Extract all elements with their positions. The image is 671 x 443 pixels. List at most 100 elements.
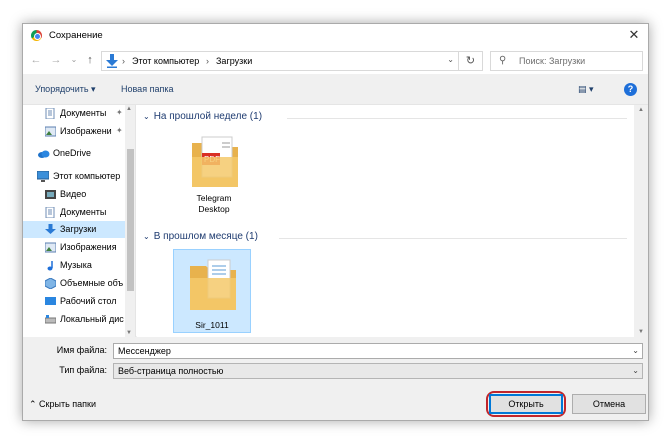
- recent-locations-dropdown[interactable]: ⌄: [67, 53, 81, 67]
- sidebar-item-local-disk[interactable]: Локальный дис: [23, 311, 125, 328]
- browser-content: Документы ✦ Изображени ✦ OneDrive Этот к…: [23, 104, 648, 337]
- organize-button[interactable]: Упорядочить ▾: [35, 84, 96, 95]
- filename-input[interactable]: Мессенджер ⌄: [113, 343, 643, 359]
- group-divider: [279, 238, 627, 239]
- breadcrumb-separator: ›: [206, 56, 209, 66]
- file-item-telegram-desktop[interactable]: PDF Telegram Desktop: [175, 129, 253, 214]
- title-bar: Сохранение ✕: [23, 24, 648, 48]
- filetype-value: Веб-страница полностью: [118, 366, 224, 376]
- help-icon[interactable]: ?: [624, 83, 637, 96]
- navigation-bar: ← → ⌄ ↑ › Этот компьютер › Загрузки ⌄ ↻ …: [23, 48, 648, 74]
- screenshot-frame: Сохранение ✕ ← → ⌄ ↑ › Этот компьютер › …: [0, 0, 671, 443]
- downloads-icon: [45, 224, 56, 234]
- forward-button[interactable]: →: [49, 53, 63, 67]
- sidebar-item-music[interactable]: Музыка: [23, 257, 125, 274]
- file-list: ⌄На прошлой неделе (1) PDF Telegram Desk…: [137, 105, 634, 337]
- file-name-line1: Telegram: [196, 193, 232, 203]
- sidebar-item-quick-pictures[interactable]: Изображени ✦: [23, 123, 125, 140]
- music-icon: [47, 261, 53, 271]
- filename-value: Мессенджер: [118, 346, 171, 356]
- sidebar-item-label: Изображени: [60, 126, 112, 136]
- sidebar-item-desktop[interactable]: Рабочий стол: [23, 293, 125, 310]
- chevron-down-icon: ⌄: [143, 232, 150, 241]
- save-dialog: Сохранение ✕ ← → ⌄ ↑ › Этот компьютер › …: [22, 23, 649, 421]
- sidebar-item-video[interactable]: Видео: [23, 186, 125, 203]
- cancel-button[interactable]: Отмена: [572, 394, 646, 414]
- refresh-button[interactable]: ↻: [459, 51, 483, 71]
- window-title: Сохранение: [49, 30, 103, 41]
- open-button[interactable]: Открыть: [489, 394, 563, 414]
- pin-icon: ✦: [116, 126, 123, 135]
- search-icon: ⚲: [499, 55, 507, 66]
- sidebar-item-quick-documents[interactable]: Документы ✦: [23, 105, 125, 122]
- sidebar-item-label: Рабочий стол: [60, 296, 117, 306]
- search-placeholder: Поиск: Загрузки: [519, 56, 586, 66]
- sidebar-item-label: Этот компьютер: [53, 171, 121, 181]
- documents-icon: [45, 207, 55, 218]
- chevron-down-icon[interactable]: ⌄: [632, 366, 639, 375]
- address-dropdown-icon[interactable]: ⌄: [447, 55, 454, 64]
- save-fields: Имя файла: Мессенджер ⌄ Тип файла: Веб-с…: [23, 340, 648, 380]
- back-button[interactable]: ←: [29, 53, 43, 67]
- pictures-icon: [45, 126, 56, 137]
- scroll-down-icon[interactable]: ▼: [126, 330, 132, 336]
- address-bar[interactable]: › Этот компьютер › Загрузки ⌄: [101, 51, 459, 71]
- pin-icon: ✦: [116, 108, 123, 117]
- file-list-scrollbar[interactable]: ▲ ▼: [634, 105, 648, 337]
- group-heading-text: На прошлой неделе (1): [153, 111, 263, 122]
- group-header-last-month[interactable]: ⌄ В прошлом месяце (1): [143, 231, 258, 242]
- breadcrumb-separator: ›: [122, 56, 125, 66]
- sidebar-item-pictures[interactable]: Изображения: [23, 239, 125, 256]
- drive-icon: [45, 315, 56, 324]
- computer-icon: [37, 171, 49, 182]
- sidebar-item-downloads[interactable]: Загрузки: [23, 221, 125, 238]
- close-button[interactable]: ✕: [626, 27, 642, 43]
- sidebar-item-documents[interactable]: Документы: [23, 204, 125, 221]
- hide-folders-button[interactable]: ⌃ Скрыть папки: [29, 399, 96, 410]
- filetype-select[interactable]: Веб-страница полностью ⌄: [113, 363, 643, 379]
- sidebar-item-3d-objects[interactable]: Объемные объ: [23, 275, 125, 292]
- new-folder-button[interactable]: Новая папка: [121, 84, 173, 94]
- scroll-down-icon[interactable]: ▼: [638, 329, 644, 335]
- documents-icon: [45, 108, 55, 119]
- folder-with-pdf-icon: PDF: [192, 136, 238, 187]
- sidebar-item-label: Локальный дис: [60, 314, 124, 324]
- scroll-up-icon[interactable]: ▲: [638, 107, 644, 113]
- breadcrumb-item-this-pc[interactable]: Этот компьютер: [132, 56, 199, 66]
- breadcrumb-item-downloads[interactable]: Загрузки: [216, 56, 252, 66]
- sidebar-item-this-pc[interactable]: Этот компьютер: [23, 168, 125, 185]
- search-box[interactable]: ⚲ Поиск: Загрузки: [490, 51, 643, 71]
- scrollbar-thumb[interactable]: [127, 149, 134, 291]
- sidebar-item-label: Загрузки: [60, 224, 97, 234]
- sidebar-item-label: Видео: [60, 189, 87, 199]
- desktop-icon: [45, 297, 56, 305]
- chrome-icon: [31, 30, 42, 41]
- file-item-sir-1011[interactable]: Sir_1011: [173, 249, 251, 333]
- up-button[interactable]: ↑: [83, 53, 97, 67]
- video-icon: [45, 190, 56, 199]
- 3d-objects-icon: [45, 278, 56, 289]
- navigation-scrollbar[interactable]: ▲ ▼: [125, 105, 135, 337]
- onedrive-icon: [38, 150, 50, 158]
- file-name-line2: Desktop: [198, 204, 230, 214]
- chevron-down-icon: ⌄: [143, 112, 150, 121]
- sidebar-item-onedrive[interactable]: OneDrive: [23, 145, 125, 162]
- chevron-down-icon[interactable]: ⌄: [632, 346, 639, 355]
- group-heading-text: В прошлом месяце (1): [153, 231, 258, 242]
- sidebar-item-label: Музыка: [60, 260, 92, 270]
- sidebar-item-label: Изображения: [60, 242, 117, 252]
- sidebar-item-label: Объемные объ: [60, 278, 124, 288]
- command-toolbar: Упорядочить ▾ Новая папка ▤ ▾ ?: [23, 78, 648, 102]
- sidebar-item-label: OneDrive: [53, 148, 92, 158]
- download-arrow-icon: [106, 54, 118, 68]
- dialog-footer: ⌃ Скрыть папки Открыть Отмена: [23, 390, 648, 420]
- folder-icon: [190, 259, 236, 310]
- sidebar-item-label: Документы: [60, 108, 107, 118]
- filetype-label: Тип файла:: [59, 365, 107, 375]
- navigation-pane: Документы ✦ Изображени ✦ OneDrive Этот к…: [23, 105, 136, 337]
- view-options-icon[interactable]: ▤ ▾: [578, 84, 600, 96]
- file-name-line1: Sir_1011: [195, 320, 229, 330]
- scroll-up-icon[interactable]: ▲: [126, 106, 132, 112]
- pictures-icon: [45, 242, 56, 253]
- group-header-last-week[interactable]: ⌄ На прошлой неделе (1): [143, 111, 262, 122]
